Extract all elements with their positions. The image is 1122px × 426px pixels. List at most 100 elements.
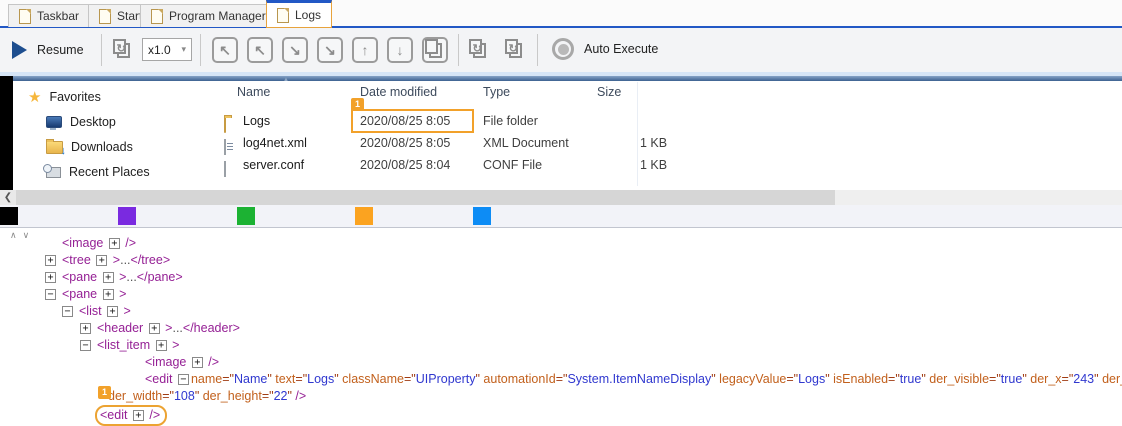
collapse-up-icon[interactable]: ∧ <box>10 230 23 240</box>
tag-text: <tree <box>62 253 94 267</box>
tag-text: <header <box>97 321 147 335</box>
expander-icon[interactable]: − <box>178 374 189 385</box>
file-icon-cell <box>224 114 226 136</box>
resume-button[interactable]: Resume <box>12 34 84 66</box>
scrollbar-thumb[interactable] <box>16 190 835 205</box>
punctuation: =" <box>556 372 568 386</box>
capture-export-button[interactable] <box>502 37 528 63</box>
attribute-name: der_visible <box>929 372 989 386</box>
tag-text: > <box>116 270 127 284</box>
arrow-up-icon: ↑ <box>362 42 369 58</box>
tab-taskbar[interactable]: Taskbar <box>8 4 90 27</box>
color-swatch-3 <box>237 207 255 225</box>
capture-refresh-button[interactable] <box>110 37 136 63</box>
file-name-cell: Logs <box>243 110 270 132</box>
expander-icon[interactable]: + <box>103 272 114 283</box>
punctuation: =" <box>262 389 274 403</box>
chevron-down-icon: ▾ <box>181 44 186 55</box>
type-cell: CONF File <box>483 154 542 176</box>
type-cell: File folder <box>483 110 538 132</box>
nav-next-sibling-button[interactable]: ↓ <box>387 37 413 63</box>
file-icon <box>224 161 226 177</box>
expander-icon[interactable]: + <box>80 323 91 334</box>
tree-line[interactable]: <edit −name="Name" text="Logs" className… <box>145 371 1122 387</box>
column-header-date-modified[interactable]: Date modified <box>360 82 437 102</box>
nav-to-last-child-button[interactable]: ↘ <box>317 37 343 63</box>
tab-label: Start <box>117 9 142 23</box>
auto-execute-toggle[interactable]: Auto Execute <box>552 38 658 60</box>
tag-text: /> <box>205 355 219 369</box>
capture-into-button[interactable] <box>466 37 492 63</box>
sidebar-item-desktop[interactable]: Desktop <box>46 111 116 133</box>
color-swatch-4 <box>355 207 373 225</box>
scroll-left-button[interactable]: ❮ <box>0 190 16 205</box>
zoom-level-select[interactable]: x1.0 ▾ <box>142 38 192 61</box>
copy-node-button[interactable] <box>422 37 448 63</box>
attribute-name: der_height <box>203 389 262 403</box>
nav-to-parent-button[interactable]: ↖ <box>247 37 273 63</box>
column-header-type[interactable]: Type <box>483 82 510 102</box>
tag-text: > <box>109 253 120 267</box>
tree-line[interactable]: +<header + >...</header> <box>80 320 240 336</box>
color-swatch-1 <box>0 207 18 225</box>
sidebar-item-favorites[interactable]: ★Favorites <box>28 86 101 108</box>
tree-line[interactable]: −<list_item + > <box>80 337 179 353</box>
tree-line[interactable]: −<list + > <box>62 303 131 319</box>
arrow-down-right-icon: ↘ <box>289 42 301 59</box>
expander-icon[interactable]: − <box>45 289 56 300</box>
expander-icon[interactable]: + <box>103 289 114 300</box>
tree-line[interactable]: <image + /> <box>145 354 219 370</box>
punctuation: =" <box>888 372 900 386</box>
arrow-down-right-end-icon: ↘ <box>324 42 336 59</box>
tree-line[interactable]: <edit + /> <box>100 405 167 421</box>
expander-icon[interactable]: + <box>133 410 144 421</box>
punctuation: " <box>711 372 719 386</box>
punctuation: " <box>825 372 833 386</box>
zoom-level-value: x1.0 <box>148 43 171 57</box>
arrow-up-left-corner-icon: ↖ <box>219 42 231 59</box>
expander-icon[interactable]: + <box>45 255 56 266</box>
type-cell: XML Document <box>483 132 569 154</box>
tab-program-manager[interactable]: Program Manager <box>140 4 277 27</box>
expander-icon[interactable]: − <box>80 340 91 351</box>
sidebar-item-downloads[interactable]: Downloads <box>46 136 133 158</box>
attribute-value: UIProperty <box>416 372 476 386</box>
expander-icon[interactable]: + <box>149 323 160 334</box>
expander-icon[interactable]: − <box>62 306 73 317</box>
tree-line[interactable]: −<pane + > <box>45 286 126 302</box>
nav-to-first-child-button[interactable]: ↘ <box>282 37 308 63</box>
horizontal-scrollbar[interactable]: ❮ <box>0 190 1122 205</box>
tree-annotation-badge: 1 <box>98 386 111 399</box>
column-separator <box>637 82 638 186</box>
downloads-folder-icon <box>46 141 63 154</box>
expander-icon[interactable]: + <box>45 272 56 283</box>
nav-previous-sibling-button[interactable]: ↑ <box>352 37 378 63</box>
column-header-name[interactable]: Name <box>237 82 270 102</box>
tree-line[interactable]: +<tree + >...</tree> <box>45 252 170 268</box>
expander-icon[interactable]: + <box>107 306 118 317</box>
nav-to-root-button[interactable]: ↖ <box>212 37 238 63</box>
sidebar-item-recent-places[interactable]: Recent Places <box>46 161 150 183</box>
tab-label: Taskbar <box>37 9 79 23</box>
tree-collapse-controls[interactable]: ∧∨ <box>10 230 35 241</box>
file-icon-cell <box>224 158 226 180</box>
tree-line[interactable]: <image + /> <box>62 235 136 251</box>
tag-text: /> <box>295 389 306 403</box>
column-header-size[interactable]: Size <box>597 82 621 102</box>
file-icon-cell <box>224 136 226 158</box>
expander-icon[interactable]: + <box>156 340 167 351</box>
punctuation: =" <box>404 372 416 386</box>
arrow-up-left-icon: ↖ <box>254 42 266 59</box>
punctuation: =" <box>1062 372 1074 386</box>
tree-line[interactable]: +<pane + >...</pane> <box>45 269 183 285</box>
expander-icon[interactable]: + <box>109 238 120 249</box>
expander-icon[interactable]: + <box>192 357 203 368</box>
explorer-screenshot: ★FavoritesDesktopDownloadsRecent Places … <box>0 76 1122 190</box>
tag-text: > <box>169 338 180 352</box>
tree-line[interactable]: der_width="108" der_height="22" />1 <box>108 388 306 404</box>
tab-logs[interactable]: Logs <box>266 0 332 28</box>
page-icon <box>277 8 289 23</box>
collapse-down-icon[interactable]: ∨ <box>23 230 36 240</box>
expander-icon[interactable]: + <box>96 255 107 266</box>
xml-file-icon <box>224 139 226 155</box>
